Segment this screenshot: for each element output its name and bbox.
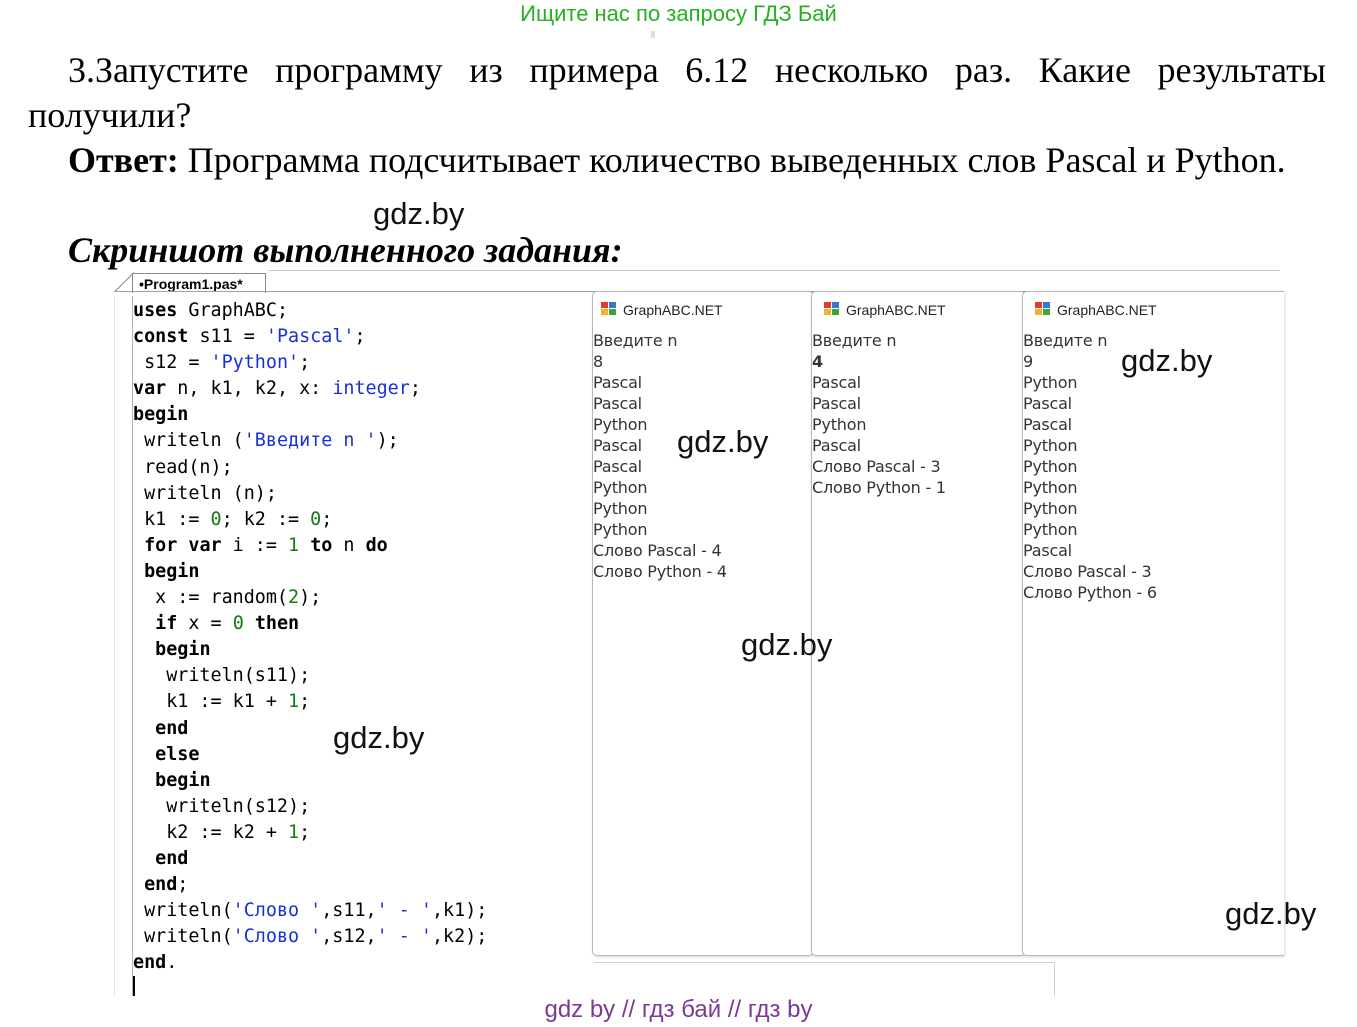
graphabc-icon <box>1035 302 1051 316</box>
tab-slope <box>114 272 134 292</box>
editor-bottom-border <box>594 962 1054 963</box>
watermark: gdz.by <box>741 627 833 662</box>
code-editor[interactable]: uses GraphABC; const s11 = 'Pascal'; s12… <box>133 298 487 976</box>
window-title-1: GraphABC.NET <box>601 300 723 320</box>
window-title-2: GraphABC.NET <box>824 300 946 320</box>
graphabc-icon <box>824 302 840 316</box>
watermark: gdz.by <box>333 720 425 755</box>
window-output-2: Введите n 4 Pascal Pascal Python Pascal … <box>812 331 946 497</box>
window-title-3: GraphABC.NET <box>1035 300 1157 320</box>
graphabc-window-1[interactable]: GraphABC.NET Введите n 8 Pascal Pascal P… <box>592 291 814 956</box>
screenshot-caption: Скриншот выполненного задания: <box>68 230 623 270</box>
answer-label: Ответ: <box>68 140 179 180</box>
scroll-mark <box>651 31 655 38</box>
graphabc-icon <box>601 302 617 316</box>
footer-links: gdz by // гдз бай // гдз by <box>544 996 813 1023</box>
tab-bar-top-line <box>268 270 1280 271</box>
top-banner: Ищите нас по запросу ГДЗ Бай <box>520 1 837 26</box>
tab-program1[interactable]: •Program1.pas* <box>132 273 266 293</box>
answer-text: Программа подсчитывает количество выведе… <box>178 140 1286 180</box>
editor-right-border <box>1054 962 1055 996</box>
watermark: gdz.by <box>1121 343 1213 378</box>
answer-paragraph: Ответ: Программа подсчитывает количество… <box>28 138 1326 183</box>
question-text: 3.Запустите программу из примера 6.12 не… <box>28 50 1326 135</box>
editor-left-border <box>114 296 115 996</box>
graphabc-window-3[interactable]: GraphABC.NET Введите n 9 Python Pascal P… <box>1022 291 1284 956</box>
watermark: gdz.by <box>677 424 769 459</box>
watermark: gdz.by <box>373 196 465 231</box>
graphabc-window-2[interactable]: GraphABC.NET Введите n 4 Pascal Pascal P… <box>811 291 1026 956</box>
watermark: gdz.by <box>1225 896 1317 931</box>
text-caret <box>133 976 135 996</box>
